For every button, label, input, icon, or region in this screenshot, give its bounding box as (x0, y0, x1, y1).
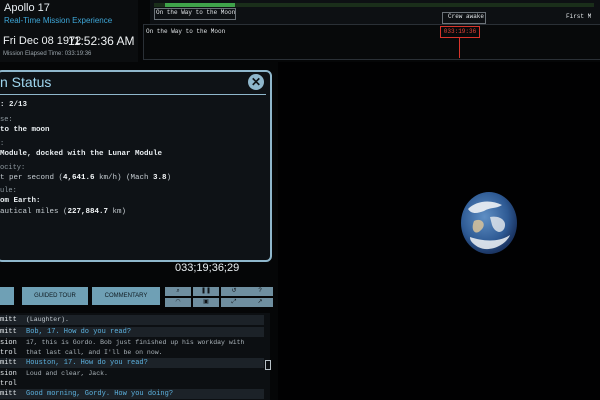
transcript-text: Houston, 17. How do you read? (26, 359, 148, 367)
timeline-progress (165, 3, 235, 7)
timeline-marker[interactable]: 033:19:36 (440, 26, 480, 38)
status-distance-label: om Earth: (0, 197, 41, 205)
pause-icon: ❚❚ (200, 288, 212, 294)
speaker-name: sion (0, 339, 17, 347)
share-icon: ↗ (257, 299, 263, 305)
transcript-row: sion Loud and clear, Jack. trol (0, 370, 264, 390)
panel-title: n Status (0, 74, 52, 90)
timeline-lane-label: On the Way to the Moon (146, 28, 226, 35)
fullscreen-button[interactable]: ⤢ (221, 298, 247, 307)
history-icon: ↺ (231, 288, 237, 294)
app-subtitle: Real-Time Mission Experience (4, 16, 113, 25)
earth-image (461, 192, 517, 254)
status-distance-value: autical miles (227,884.7 km) (0, 208, 127, 216)
expand-icon: ⤢ (231, 299, 237, 305)
transcript-panel[interactable]: mitt (Laughter). mitt Bob, 17. How do yo… (0, 313, 270, 400)
mission-elapsed-time: Mission Elapsed Time: 033:19:36 (3, 51, 92, 57)
speaker-name: trol (0, 380, 17, 388)
transcript-text: Bob, 17. How do you read? (26, 328, 132, 336)
mission-status-panel (0, 70, 272, 262)
transcript-row: mitt Bob, 17. How do you read? (0, 327, 264, 337)
timeline-label-left: On the Way to the Moon (156, 9, 236, 16)
photo-button[interactable]: ▣ (193, 298, 219, 307)
speaker-name: mitt (0, 390, 17, 398)
status-vehicle-value: Module, docked with the Lunar Module (0, 150, 163, 158)
gauge-icon: ◠ (175, 299, 181, 305)
status-phase-value: to the moon (0, 126, 50, 134)
status-velocity-label: ocity: (0, 164, 26, 172)
speed-button[interactable]: ◠ (165, 298, 191, 307)
speaker-name: mitt (0, 328, 17, 336)
status-vehicle-label: : (0, 140, 5, 148)
transcript-text: (Laughter). (26, 316, 69, 323)
help-button[interactable]: ? (247, 287, 273, 296)
pause-button[interactable]: ❚❚ (193, 287, 219, 296)
image-icon: ▣ (203, 299, 209, 305)
timeline-overview[interactable]: On the Way to the Moon Crew awake First … (150, 0, 600, 25)
panel-divider (0, 94, 266, 95)
speaker-name: sion (0, 370, 17, 378)
transcript-text: Good morning, Gordy. How you doing? (26, 390, 174, 398)
transcript-text: 17, this is Gordo. Bob just finished up … (26, 339, 245, 346)
transcript-row: mitt Good morning, Gordy. How you doing? (0, 389, 264, 399)
history-button[interactable]: ↺ (221, 287, 247, 296)
transcript-row: sion 17, this is Gordo. Bob just finishe… (0, 339, 264, 359)
transcript-row: mitt Houston, 17. How do you read? (0, 358, 264, 368)
share-button[interactable]: ↗ (247, 298, 273, 307)
guided-tour-button[interactable]: GUIDED TOUR (22, 287, 88, 305)
search-button[interactable]: ⌕ (165, 287, 191, 296)
transcript-text: that last call, and I'll be on now. (26, 349, 163, 356)
timeline-label-right: First M (566, 13, 592, 20)
speaker-name: trol (0, 349, 17, 357)
close-button[interactable]: ✕ (248, 74, 264, 90)
timeline-playhead (459, 37, 460, 58)
transcript-text: Loud and clear, Jack. (26, 370, 108, 377)
commentary-button[interactable]: COMMENTARY (92, 287, 160, 305)
status-day: : 2/13 (0, 101, 28, 109)
mode-button[interactable] (0, 287, 14, 305)
status-phase-label: se: (0, 116, 13, 124)
status-velocity-value: t per second (4,641.6 km/h) (Mach 3.8) (0, 174, 172, 182)
timeline-label-mid: Crew awake (448, 13, 485, 20)
transcript-scrollbar[interactable] (265, 360, 271, 370)
help-icon: ? (258, 288, 262, 294)
current-time: 11:52:36 AM (68, 34, 135, 48)
speaker-name: mitt (0, 316, 17, 324)
transcript-row: mitt (Laughter). (0, 315, 264, 325)
speaker-name: mitt (0, 359, 17, 367)
app-title: Apollo 17 (4, 2, 50, 14)
search-icon: ⌕ (176, 288, 180, 294)
mission-elapsed-counter: 033;19;36;29 (175, 262, 240, 274)
status-distance-label-top: ule: (0, 187, 17, 195)
space-view (278, 62, 600, 400)
timeline-detail[interactable]: On the Way to the Moon 033:19:36 (143, 24, 600, 60)
